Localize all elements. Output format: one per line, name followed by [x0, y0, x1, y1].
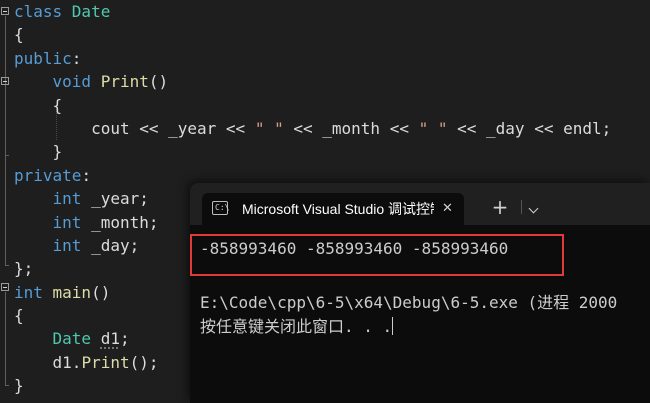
- code-token: << _month <<: [283, 118, 419, 138]
- console-tab-title: Microsoft Visual Studio 调试控制台: [242, 201, 434, 217]
- new-tab-button[interactable]: +: [486, 195, 514, 219]
- code-token: {: [14, 95, 63, 115]
- terminal-icon: C:\: [212, 201, 229, 215]
- code-token: Print: [81, 352, 130, 372]
- console-tab[interactable]: C:\ Microsoft Visual Studio 调试控制台 ✕: [202, 193, 464, 225]
- code-token: private: [14, 165, 82, 185]
- close-prompt: 按任意键关闭此窗口. . .: [200, 317, 394, 336]
- code-token: :: [71, 48, 82, 68]
- editor-gutter: [0, 0, 12, 403]
- fold-toggle-main[interactable]: [1, 283, 9, 291]
- code-token: (): [91, 282, 111, 302]
- close-icon[interactable]: ✕: [442, 193, 453, 225]
- code-token: << _day << endl;: [447, 118, 612, 138]
- code-token: class: [14, 2, 72, 21]
- code-token: int: [52, 189, 92, 209]
- fold-toggle-class[interactable]: [1, 7, 9, 15]
- code-token: Date: [52, 329, 101, 349]
- code-token: int: [14, 282, 53, 302]
- code-token: public: [14, 48, 72, 68]
- fold-line: [5, 292, 6, 386]
- program-output: -858993460 -858993460 -858993460: [200, 239, 509, 258]
- code-token: {: [14, 25, 24, 45]
- toolbar-divider: [521, 200, 522, 214]
- code-token: _year;: [91, 189, 149, 209]
- code-token: void: [52, 72, 101, 92]
- chevron-down-icon[interactable]: [528, 203, 539, 214]
- code-token: Print: [100, 72, 149, 92]
- code-line: void Print(): [14, 70, 611, 93]
- code-token: d1: [100, 329, 120, 349]
- code-token: main: [52, 282, 92, 302]
- code-token: (): [148, 72, 169, 92]
- code-token: _month;: [91, 212, 159, 232]
- console-output[interactable]: -858993460 -858993460 -858993460 E:\Code…: [190, 225, 650, 403]
- code-token: }: [14, 142, 63, 162]
- console-titlebar: C:\ Microsoft Visual Studio 调试控制台 ✕ +: [190, 183, 650, 225]
- code-token: Date: [71, 2, 111, 21]
- debug-console-window[interactable]: C:\ Microsoft Visual Studio 调试控制台 ✕ + -8…: [190, 183, 650, 403]
- text-cursor: [392, 317, 394, 335]
- code-token: }: [14, 376, 24, 396]
- fold-toggle-print[interactable]: [1, 77, 9, 85]
- code-line: }: [14, 140, 611, 163]
- code-token: ();: [129, 352, 159, 372]
- code-token: };: [14, 259, 34, 279]
- code-token: " ": [418, 118, 448, 138]
- code-token: int: [52, 212, 92, 232]
- code-line: class Date: [14, 0, 611, 23]
- code-token: :: [81, 165, 92, 185]
- code-line: {: [14, 94, 611, 117]
- fold-tick: [5, 385, 9, 386]
- code-line: public:: [14, 47, 611, 70]
- code-token: cout << _year <<: [14, 118, 255, 138]
- code-line: cout << _year << " " << _month << " " <<…: [14, 117, 611, 140]
- fold-line: [5, 16, 6, 266]
- code-token: ;: [119, 329, 130, 349]
- code-line: {: [14, 23, 611, 46]
- code-token: " ": [254, 118, 284, 138]
- fold-tick: [5, 155, 9, 156]
- code-token: int: [52, 235, 92, 255]
- exit-message: E:\Code\cpp\6-5\x64\Debug\6-5.exe (进程 20…: [200, 293, 618, 312]
- fold-tick: [5, 265, 9, 266]
- code-token: {: [14, 306, 24, 326]
- code-token: d1.: [14, 352, 82, 372]
- code-token: _day;: [91, 235, 140, 255]
